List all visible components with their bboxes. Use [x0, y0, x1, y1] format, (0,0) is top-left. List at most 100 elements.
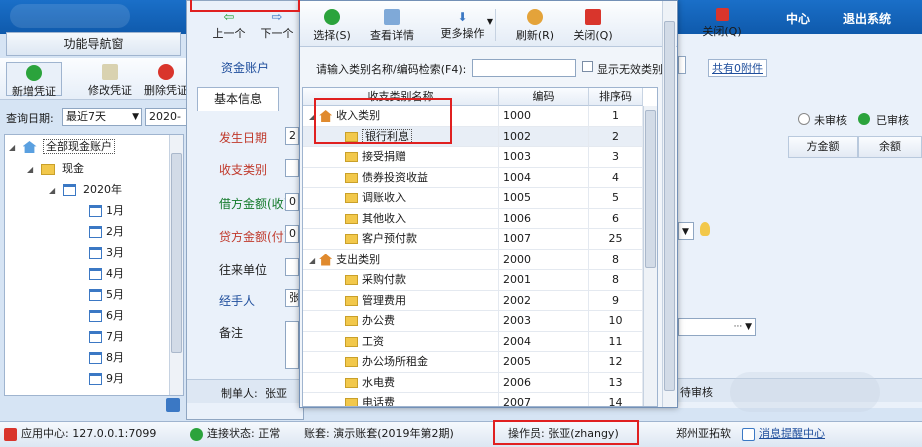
- edit-voucher-button[interactable]: 修改凭证: [84, 64, 136, 98]
- dialog-scrollbar[interactable]: [662, 1, 676, 407]
- show-invalid-label: 显示无效类别: [597, 63, 663, 76]
- category-dropdown[interactable]: ▼: [678, 222, 694, 240]
- folder-icon: [345, 316, 358, 326]
- account-select-dropdown[interactable]: [678, 56, 686, 74]
- search-input[interactable]: [472, 59, 576, 77]
- tree-node-month[interactable]: 7月: [89, 327, 124, 347]
- right-close-button[interactable]: 关闭(Q): [696, 8, 748, 39]
- collapse-panel-icon[interactable]: [166, 398, 180, 412]
- category-code: 2003: [503, 314, 531, 327]
- category-sort: 14: [608, 396, 623, 407]
- category-row[interactable]: ◢ 支出类别 2000 8: [303, 249, 657, 270]
- tree-node-year[interactable]: ◢ 2020年: [49, 180, 122, 200]
- category-name: 收入类别: [336, 109, 381, 122]
- date-range-select[interactable]: 最近7天 ▼: [62, 108, 142, 126]
- col-header-name: 收支类别名称: [303, 88, 499, 106]
- tree-node-month[interactable]: 3月: [89, 243, 124, 263]
- unaudited-radio[interactable]: [798, 113, 810, 125]
- exit-system-button[interactable]: 退出系统: [843, 10, 891, 27]
- category-row[interactable]: 其他收入 1006 6: [303, 208, 657, 229]
- category-row[interactable]: 办公费 2003 10: [303, 311, 657, 332]
- next-button[interactable]: ⇨ 下一个: [257, 11, 297, 41]
- category-row[interactable]: 管理费用 2002 9: [303, 290, 657, 311]
- category-name-cell: 债券投资收益: [303, 167, 499, 188]
- category-code-cell: 2005: [499, 352, 589, 372]
- message-center-link[interactable]: 消息提醒中心: [742, 422, 825, 446]
- table-scrollbar[interactable]: [643, 106, 657, 406]
- category-row[interactable]: 调账收入 1005 5: [303, 188, 657, 209]
- show-invalid-checkbox[interactable]: [582, 61, 593, 72]
- select-button[interactable]: 选择(S): [310, 9, 354, 43]
- edit-voucher-label: 修改凭证: [88, 84, 132, 97]
- category-sort-cell: 11: [589, 331, 643, 352]
- more-ops-button[interactable]: ⬇ 更多操作 ▼: [430, 9, 496, 41]
- category-sort: 1: [612, 109, 619, 122]
- tree-node-month[interactable]: 4月: [89, 264, 124, 284]
- category-code-cell: 1004: [499, 167, 589, 188]
- category-name-cell: 其他收入: [303, 208, 499, 229]
- audited-radio[interactable]: [858, 113, 870, 125]
- category-name: 办公费: [362, 314, 395, 327]
- tree-node-month[interactable]: 6月: [89, 306, 124, 326]
- category-row[interactable]: 接受捐赠 1003 3: [303, 147, 657, 168]
- tree-node-month[interactable]: 8月: [89, 348, 124, 368]
- tree-node-root[interactable]: ◢ 全部现金账户: [9, 137, 115, 157]
- tree-node-month[interactable]: 5月: [89, 285, 124, 305]
- refresh-button[interactable]: 刷新(R): [512, 9, 558, 43]
- tree-node-month[interactable]: 1月: [89, 201, 124, 221]
- category-name: 办公场所租金: [362, 355, 428, 368]
- category-name-cell: 电话费: [303, 393, 499, 406]
- handler-field[interactable]: 张: [285, 289, 299, 307]
- date-start-input[interactable]: 2020-09-: [145, 108, 189, 126]
- category-row[interactable]: 办公场所租金 2005 12: [303, 352, 657, 373]
- category-sort: 13: [608, 375, 623, 389]
- category-row[interactable]: 银行利息 1002 2: [303, 126, 657, 147]
- nav-tab[interactable]: 功能导航窗: [6, 32, 181, 56]
- tab-basic-info[interactable]: 基本信息: [197, 87, 279, 111]
- tree-node-cash[interactable]: ◢ 现金: [27, 159, 84, 179]
- new-voucher-button[interactable]: 新增凭证: [6, 62, 62, 98]
- prev-button[interactable]: ⇦ 上一个: [209, 11, 249, 41]
- attachment-link[interactable]: 共有0附件: [708, 59, 767, 77]
- close-icon: [715, 8, 729, 21]
- category-sort: 6: [612, 211, 619, 225]
- tree-node-month[interactable]: 2月: [89, 222, 124, 242]
- category-sort: 11: [608, 334, 623, 348]
- category-row[interactable]: ◢ 收入类别 1000 1: [303, 106, 657, 127]
- category-row[interactable]: 客户预付款 1007 25: [303, 229, 657, 250]
- view-detail-button[interactable]: 查看详情: [364, 9, 420, 43]
- company-status: 郑州亚拓软: [676, 427, 731, 440]
- category-sort-cell: 12: [589, 352, 643, 372]
- category-row[interactable]: 债券投资收益 1004 4: [303, 167, 657, 188]
- category-code: 1007: [503, 232, 531, 245]
- delete-icon: [158, 64, 174, 80]
- close-button[interactable]: 关闭(Q): [570, 9, 616, 43]
- category-row[interactable]: 工资 2004 11: [303, 331, 657, 352]
- date-field[interactable]: 2: [285, 127, 299, 145]
- category-field[interactable]: [285, 159, 299, 177]
- credit-field[interactable]: 0: [285, 225, 299, 243]
- tree-month-label: 2月: [106, 225, 124, 238]
- menu-center[interactable]: 中心: [786, 10, 810, 27]
- remark-field[interactable]: [285, 321, 299, 369]
- tree-scrollbar[interactable]: [169, 135, 183, 395]
- debit-field[interactable]: 0: [285, 193, 299, 211]
- category-row[interactable]: 采购付款 2001 8: [303, 270, 657, 291]
- app-center-text: 应用中心: 127.0.0.1:7099: [21, 427, 157, 440]
- category-name-cell: 办公费: [303, 311, 499, 331]
- partner-field[interactable]: [285, 258, 299, 276]
- table-scroll-thumb[interactable]: [645, 110, 656, 268]
- arrow-up-icon: ⇦: [223, 10, 235, 25]
- category-row[interactable]: 电话费 2007 14: [303, 393, 657, 407]
- delete-voucher-button[interactable]: 删除凭证: [140, 64, 192, 98]
- col-credit-label: 方金额: [806, 140, 840, 153]
- folder-icon: [345, 357, 358, 367]
- tree-scroll-thumb[interactable]: [171, 153, 182, 353]
- dialog-scroll-thumb[interactable]: [664, 21, 675, 391]
- tree-node-month[interactable]: 9月: [89, 369, 124, 389]
- remark-right-field[interactable]: ··· ▼: [678, 318, 756, 336]
- folder-icon: [345, 152, 358, 162]
- category-row[interactable]: 水电费 2006 13: [303, 372, 657, 393]
- category-name-cell: 银行利息: [303, 126, 499, 147]
- folder-icon: [345, 213, 358, 224]
